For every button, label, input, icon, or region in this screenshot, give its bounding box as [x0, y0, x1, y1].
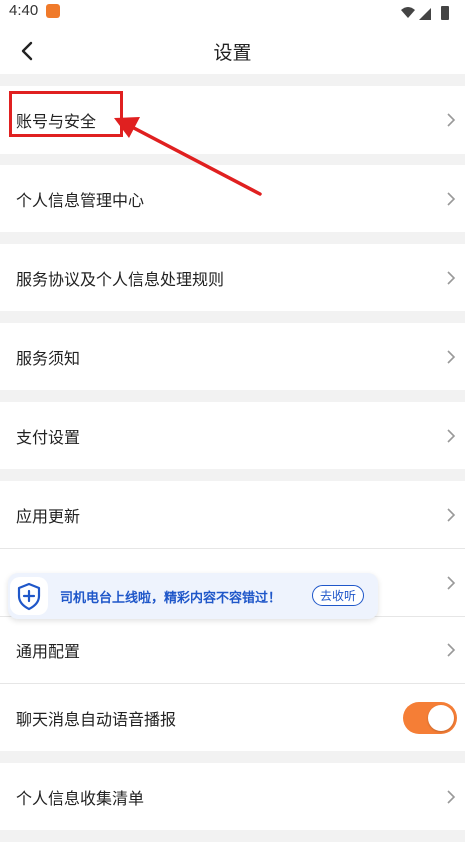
chevron-right-icon — [447, 575, 456, 590]
chevron-right-icon — [447, 507, 456, 522]
settings-item-service-agreement[interactable]: 服务协议及个人信息处理规则 — [0, 244, 465, 311]
settings-item-general-config[interactable]: 通用配置 — [0, 617, 465, 683]
battery-icon — [441, 6, 449, 20]
page-title: 设置 — [213, 42, 252, 64]
chevron-right-icon — [447, 191, 456, 206]
chevron-right-icon — [447, 428, 456, 443]
chevron-right-icon — [447, 643, 456, 657]
chevron-right-icon — [447, 113, 456, 127]
banner-text: 司机电台上线啦，精彩内容不容错过！ — [60, 591, 282, 606]
settings-item-label: 支付设置 — [16, 427, 81, 447]
settings-item-label: 服务须知 — [16, 348, 81, 368]
settings-item-service-notice[interactable]: 服务须知 — [0, 323, 465, 390]
app-notification-icon — [46, 4, 60, 18]
arrow-annotation-icon — [114, 117, 262, 196]
wifi-icon — [401, 7, 415, 18]
header: 设置 — [0, 26, 465, 74]
listen-button[interactable]: 去收听 — [311, 585, 364, 606]
settings-item-info-collection-list[interactable]: 个人信息收集清单 — [0, 763, 465, 830]
settings-item-voice-broadcast: 聊天消息自动语音播报 — [0, 684, 465, 751]
settings-item-label: 聊天消息自动语音播报 — [16, 709, 177, 729]
banner-icon-container — [10, 577, 48, 615]
toggle-knob — [428, 704, 454, 731]
settings-item-label: 服务协议及个人信息处理规则 — [16, 269, 225, 289]
settings-item-label: 个人信息收集清单 — [16, 788, 145, 808]
status-time: 4:40 — [9, 2, 39, 19]
signal-icon — [419, 8, 431, 20]
chevron-right-icon — [447, 789, 456, 804]
chevron-right-icon — [447, 270, 456, 285]
chevron-right-icon — [447, 349, 456, 364]
shield-plus-icon — [17, 582, 41, 611]
radio-promo-banner[interactable]: 司机电台上线啦，精彩内容不容错过！ 去收听 — [8, 573, 378, 619]
settings-item-label: 应用更新 — [16, 506, 81, 526]
status-icons — [401, 6, 449, 20]
settings-item-label: 通用配置 — [16, 642, 81, 661]
voice-broadcast-toggle[interactable] — [403, 701, 457, 734]
status-bar: 4:40 — [0, 0, 465, 26]
settings-item-app-update[interactable]: 应用更新 — [0, 481, 465, 548]
settings-item-payment[interactable]: 支付设置 — [0, 402, 465, 469]
